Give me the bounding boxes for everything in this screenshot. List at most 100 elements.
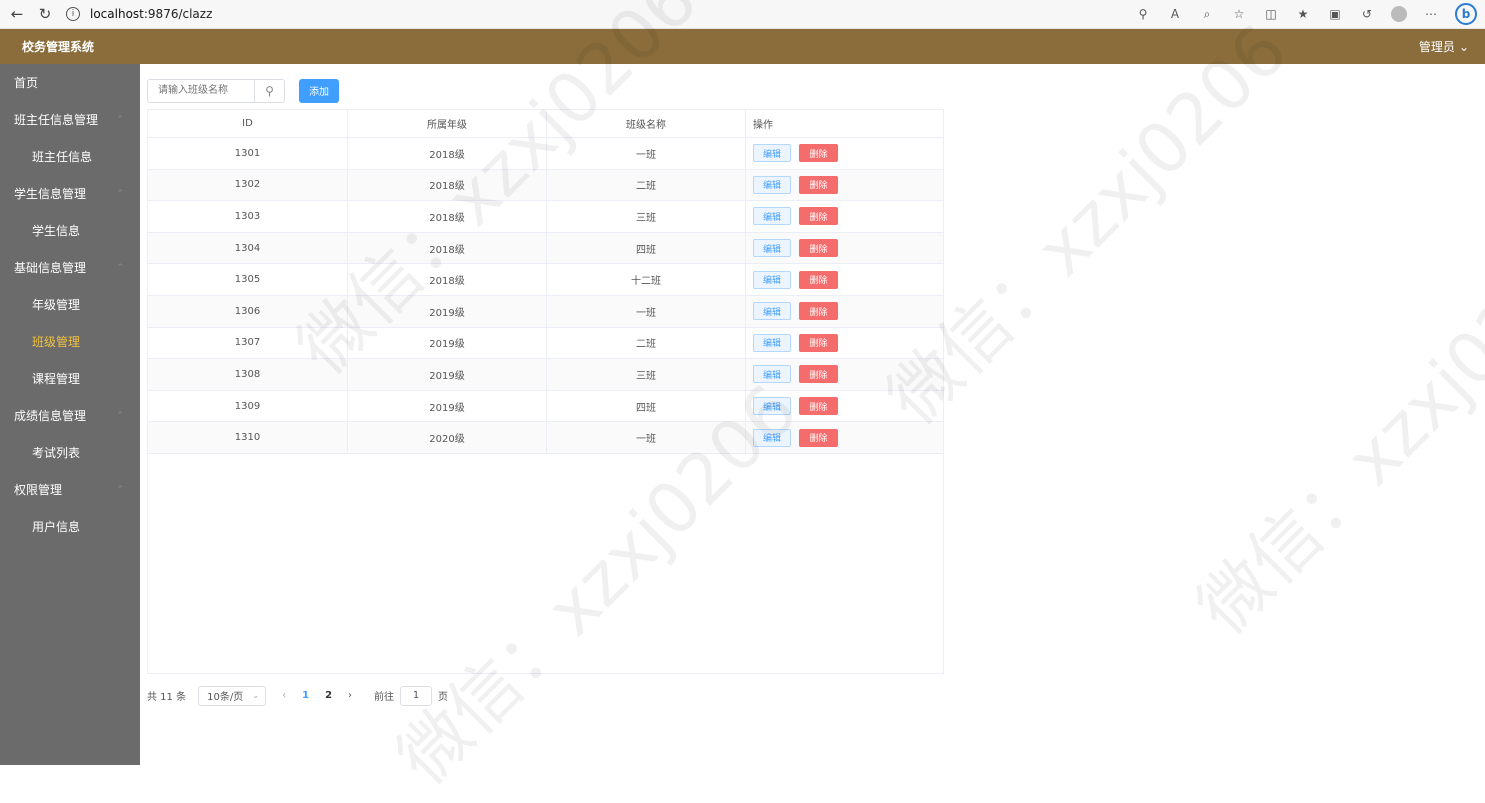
page-1[interactable]: 1 [302, 690, 309, 701]
browser-tools: ⚲ A ⌕ ☆ ◫ ★ ▣ ↺ ⋯ b [1135, 3, 1477, 25]
cell-class-name: 三班 [547, 201, 746, 232]
cell-actions: 编辑 删除 [746, 328, 943, 359]
app-header: 校务管理系统 管理员 ⌄ [0, 29, 1485, 64]
column-header-grade[interactable]: 所属年级 [348, 110, 547, 137]
toolbar: ⚲ 添加 [147, 78, 947, 103]
cell-actions: 编辑 删除 [746, 391, 943, 422]
column-header-class-name[interactable]: 班级名称 [547, 110, 746, 137]
more-icon[interactable]: ⋯ [1423, 6, 1439, 22]
cell-class-name: 三班 [547, 359, 746, 390]
address-bar[interactable]: i localhost:9876/clazz [66, 3, 1066, 25]
favorite-add-icon[interactable]: ☆ [1231, 6, 1247, 22]
sidebar-item-student-info[interactable]: 学生信息 [0, 212, 140, 249]
edit-button[interactable]: 编辑 [753, 144, 791, 163]
delete-button[interactable]: 删除 [799, 302, 838, 321]
cell-grade: 2020级 [348, 422, 547, 453]
chevron-up-icon: ⌃ [116, 484, 124, 495]
sidebar: 首页 班主任信息管理 ⌃ 班主任信息 学生信息管理 ⌃ 学生信息 基础信息管理 ⌃ 年… [0, 64, 140, 765]
cell-class-name: 一班 [547, 422, 746, 453]
cell-id: 1302 [148, 169, 348, 201]
delete-button[interactable]: 删除 [799, 207, 838, 226]
goto-page-input[interactable]: 1 [400, 685, 433, 706]
key-icon[interactable]: ⚲ [1135, 6, 1151, 22]
search-icon[interactable]: ⚲ [254, 79, 284, 102]
edit-button[interactable]: 编辑 [753, 302, 791, 321]
cell-grade: 2018级 [348, 201, 547, 232]
cell-actions: 编辑 删除 [746, 233, 943, 264]
page-size-select[interactable]: 10条/页 ⌄ [198, 685, 267, 706]
pagination: 共 11 条 10条/页 ⌄ ‹ 1 2 › 前往 1 页 [147, 685, 947, 706]
delete-button[interactable]: 删除 [799, 175, 838, 194]
cell-class-name: 四班 [547, 390, 746, 422]
edit-button[interactable]: 编辑 [753, 397, 791, 416]
page-unit: 页 [438, 692, 449, 704]
delete-button[interactable]: 删除 [799, 397, 838, 416]
table-row: 1308 2019级 三班 编辑 删除 [148, 359, 943, 391]
cell-id: 1306 [148, 295, 348, 327]
history-icon[interactable]: ↺ [1359, 6, 1375, 22]
chevron-up-icon: ⌃ [116, 262, 124, 273]
edit-button[interactable]: 编辑 [753, 239, 791, 258]
prev-page-icon[interactable]: ‹ [282, 690, 286, 701]
favorites-icon[interactable]: ★ [1295, 6, 1311, 22]
next-page-icon[interactable]: › [348, 690, 352, 701]
sidebar-item-exam-list[interactable]: 考试列表 [0, 434, 140, 471]
main-content: ⚲ 添加 ID 所属年级 班级名称 操作 13012018级一班编辑删除1302… [147, 78, 947, 706]
profile-avatar[interactable] [1391, 6, 1407, 22]
edit-button[interactable]: 编辑 [753, 365, 791, 384]
cell-actions: 编辑 删除 [746, 422, 943, 453]
edit-button[interactable]: 编辑 [753, 428, 791, 447]
delete-button[interactable]: 删除 [799, 333, 838, 352]
edit-button[interactable]: 编辑 [753, 333, 791, 352]
url-path: :9876/clazz [143, 7, 213, 21]
page-2[interactable]: 2 [325, 690, 332, 701]
cell-class-name: 一班 [547, 138, 746, 169]
search-input[interactable] [148, 79, 254, 102]
cell-class-name: 一班 [547, 295, 746, 327]
add-button[interactable]: 添加 [299, 78, 339, 103]
sidebar-group-teacher[interactable]: 班主任信息管理 ⌃ [0, 101, 140, 138]
search-box: ⚲ [147, 78, 285, 103]
edit-button[interactable]: 编辑 [753, 207, 791, 226]
zoom-icon[interactable]: ⌕ [1199, 6, 1215, 22]
edit-button[interactable]: 编辑 [753, 175, 791, 194]
sidebar-item-course[interactable]: 课程管理 [0, 360, 140, 397]
cell-id: 1303 [148, 201, 348, 232]
cell-actions: 编辑 删除 [746, 138, 943, 169]
collections-icon[interactable]: ▣ [1327, 6, 1343, 22]
sidebar-item-user-info[interactable]: 用户信息 [0, 508, 140, 545]
table-row: 1305 2018级 十二班 编辑 删除 [148, 264, 943, 296]
read-aloud-icon[interactable]: A [1167, 6, 1183, 22]
back-icon[interactable]: ← [6, 3, 28, 25]
edit-button[interactable]: 编辑 [753, 270, 791, 289]
bing-icon[interactable]: b [1455, 3, 1477, 25]
column-header-id[interactable]: ID [148, 110, 348, 137]
page-size-value: 10条/页 [207, 692, 244, 704]
sidebar-group-basic[interactable]: 基础信息管理 ⌃ [0, 249, 140, 286]
sidebar-group-student[interactable]: 学生信息管理 ⌃ [0, 175, 140, 212]
sidebar-item-teacher-info[interactable]: 班主任信息 [0, 138, 140, 175]
cell-actions: 编辑 删除 [746, 264, 943, 295]
split-screen-icon[interactable]: ◫ [1263, 6, 1279, 22]
sidebar-group-score[interactable]: 成绩信息管理 ⌃ [0, 397, 140, 434]
delete-button[interactable]: 删除 [799, 365, 838, 384]
cell-grade: 2018级 [348, 138, 547, 169]
sidebar-item-class[interactable]: 班级管理 [0, 323, 140, 360]
sidebar-item-home[interactable]: 首页 [0, 64, 140, 101]
reload-icon[interactable]: ↻ [34, 3, 56, 25]
cell-class-name: 四班 [547, 232, 746, 264]
delete-button[interactable]: 删除 [799, 239, 838, 258]
delete-button[interactable]: 删除 [799, 428, 838, 447]
info-icon[interactable]: i [66, 7, 80, 21]
browser-toolbar: ← ↻ i localhost:9876/clazz ⚲ A ⌕ ☆ ◫ ★ ▣… [0, 0, 1485, 29]
chevron-up-icon: ⌃ [116, 188, 124, 199]
url-host: localhost [90, 7, 144, 21]
goto-label: 前往 [374, 692, 395, 704]
delete-button[interactable]: 删除 [799, 144, 838, 163]
delete-button[interactable]: 删除 [799, 270, 838, 289]
cell-grade: 2018级 [348, 169, 547, 201]
sidebar-item-grade[interactable]: 年级管理 [0, 286, 140, 323]
sidebar-group-permission[interactable]: 权限管理 ⌃ [0, 471, 140, 508]
table-body: 1301 2018级 一班 编辑 删除 1302 2018级 二班 编辑 删除 1303 2018级三… [148, 138, 943, 454]
user-menu[interactable]: 管理员 ⌄ [1419, 38, 1469, 55]
